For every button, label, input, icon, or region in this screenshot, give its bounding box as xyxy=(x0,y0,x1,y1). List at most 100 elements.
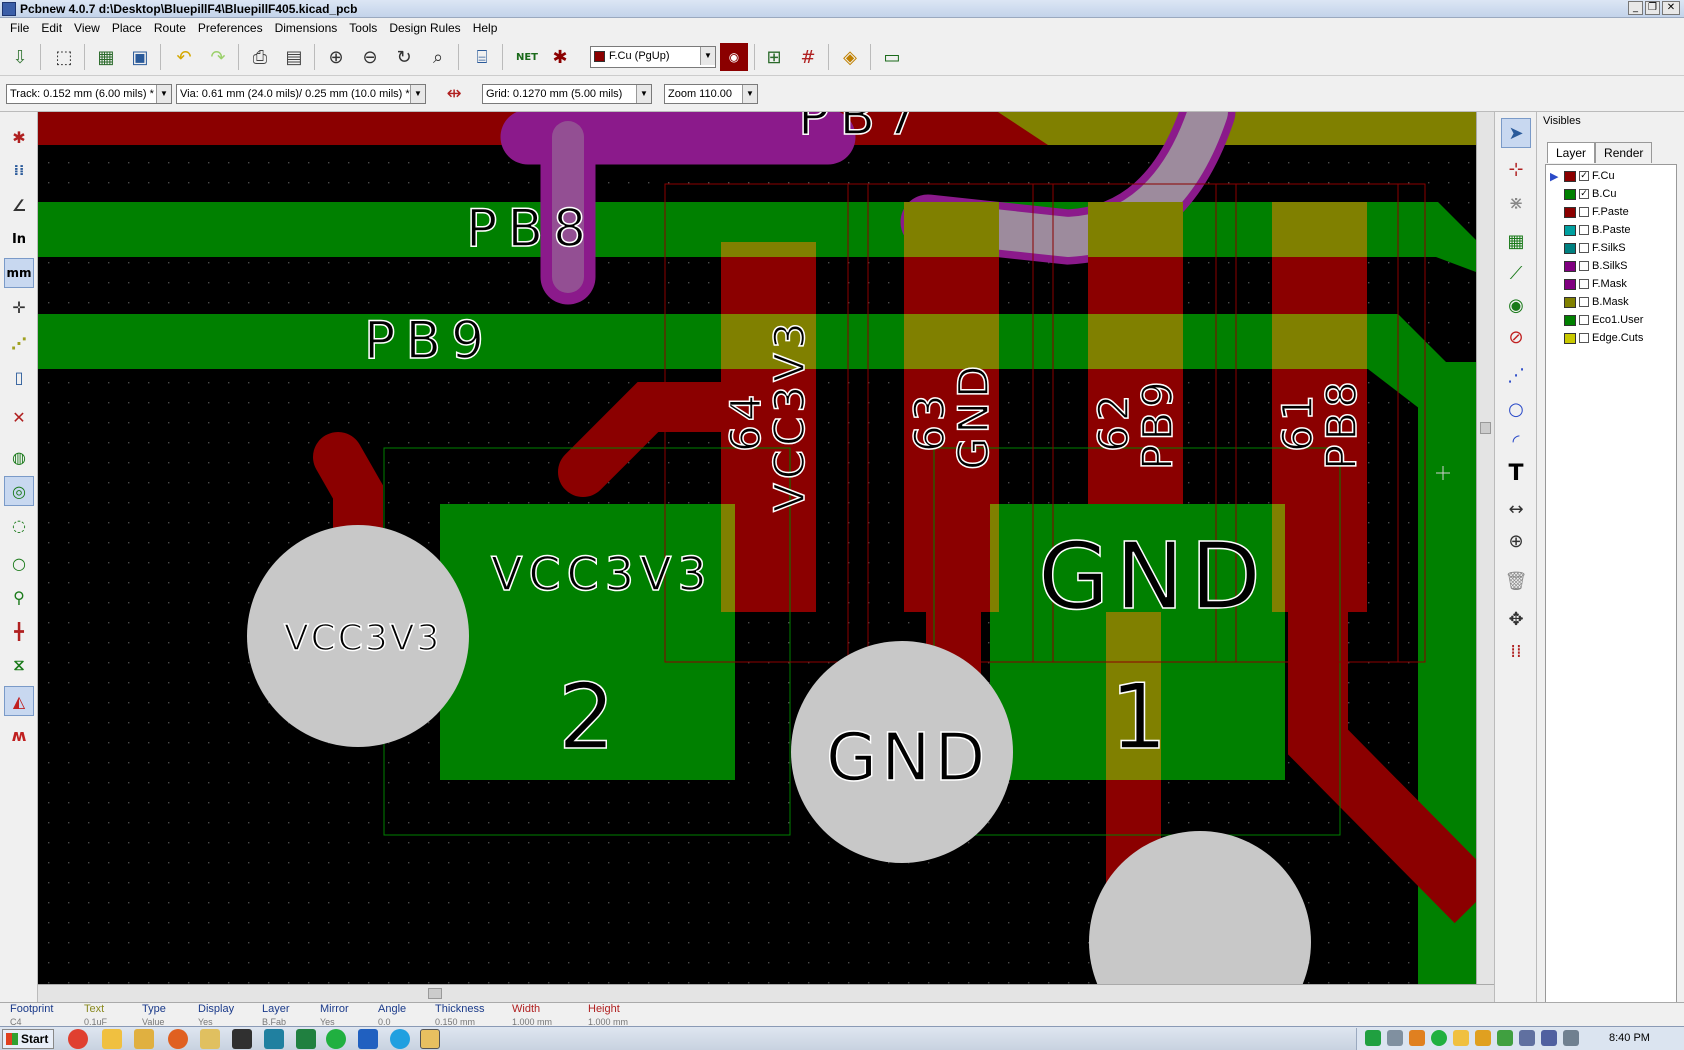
clock[interactable]: 8:40 PM xyxy=(1609,1032,1650,1044)
mm-units-icon[interactable]: mm xyxy=(4,258,34,288)
tray-flag-icon[interactable] xyxy=(1519,1030,1535,1046)
menu-design-rules[interactable]: Design Rules xyxy=(383,21,466,35)
pad-sketch-icon[interactable]: ○ xyxy=(4,548,34,578)
track-sketch-icon[interactable]: ╋ xyxy=(4,616,34,646)
layer-row-bcu[interactable]: ✓ B.Cu xyxy=(1546,185,1676,203)
layer-row-eco1[interactable]: Eco1.User xyxy=(1546,311,1676,329)
layer-row-bmask[interactable]: B.Mask xyxy=(1546,293,1676,311)
layer-swatch[interactable] xyxy=(1564,278,1576,290)
pcb-canvas[interactable]: PB7 PB8 PB9 VCC3V3 2 GND 1 VCC3V3 GND 64… xyxy=(38,112,1476,984)
pcb-drawing[interactable]: PB7 PB8 PB9 VCC3V3 2 GND 1 VCC3V3 GND 64… xyxy=(38,112,1476,984)
polar-coords-icon[interactable]: ∠ xyxy=(4,190,34,220)
tray-icon-1[interactable] xyxy=(1365,1030,1381,1046)
layer-row-bpaste[interactable]: B.Paste xyxy=(1546,221,1676,239)
layer-row-fpaste[interactable]: F.Paste xyxy=(1546,203,1676,221)
menu-edit[interactable]: Edit xyxy=(35,21,68,35)
tray-icon-5[interactable] xyxy=(1453,1030,1469,1046)
add-text-icon[interactable]: T xyxy=(1501,458,1531,488)
layer-swatch[interactable] xyxy=(1564,314,1576,326)
zone-outline-icon[interactable]: ◎ xyxy=(4,476,34,506)
grid-toggle-icon[interactable]: ⁞⁞ xyxy=(4,156,34,186)
menu-view[interactable]: View xyxy=(68,21,106,35)
folder-icon[interactable] xyxy=(134,1029,154,1049)
scripting-console-icon[interactable]: ▭ xyxy=(878,43,906,71)
layer-checkbox[interactable] xyxy=(1579,225,1589,235)
layer-row-bsilks[interactable]: B.SilkS xyxy=(1546,257,1676,275)
zoom-in-icon[interactable]: ⊕ xyxy=(322,43,350,71)
layer-row-fsilks[interactable]: F.SilkS xyxy=(1546,239,1676,257)
redraw-icon[interactable]: ↻ xyxy=(390,43,418,71)
menu-help[interactable]: Help xyxy=(467,21,504,35)
layer-swatch[interactable] xyxy=(1564,242,1576,254)
zoom-fit-icon[interactable]: ⌕ xyxy=(424,43,452,71)
microwave-toolbar-icon[interactable]: ʍ xyxy=(4,720,34,750)
layer-swatch[interactable] xyxy=(1564,260,1576,272)
menu-file[interactable]: File xyxy=(4,21,35,35)
menu-route[interactable]: Route xyxy=(148,21,192,35)
add-dimension-icon[interactable]: ↔ xyxy=(1501,494,1531,524)
layer-checkbox[interactable] xyxy=(1579,333,1589,343)
firefox-icon[interactable] xyxy=(168,1029,188,1049)
tray-icon-7[interactable] xyxy=(1497,1030,1513,1046)
vertical-scroll-thumb[interactable] xyxy=(1480,422,1491,434)
add-circle-icon[interactable]: ○ xyxy=(1501,394,1531,424)
layer-swatch[interactable] xyxy=(1564,188,1576,200)
freeroute-icon[interactable]: ◈ xyxy=(836,43,864,71)
vertical-scrollbar[interactable] xyxy=(1476,112,1494,984)
layer-swatch[interactable] xyxy=(1564,332,1576,344)
tray-icon-3[interactable] xyxy=(1409,1030,1425,1046)
tray-icon-6[interactable] xyxy=(1475,1030,1491,1046)
via-size-select[interactable]: Via: 0.61 mm (24.0 mils)/ 0.25 mm (10.0 … xyxy=(176,84,426,104)
module-ratsnest-icon[interactable]: ▯ xyxy=(4,362,34,392)
menu-dimensions[interactable]: Dimensions xyxy=(269,21,344,35)
tray-volume-icon[interactable] xyxy=(1563,1030,1579,1046)
spotify-icon[interactable] xyxy=(326,1029,346,1049)
minimize-button[interactable]: _ xyxy=(1628,1,1643,15)
horizontal-scroll-thumb[interactable] xyxy=(428,988,442,999)
drc-off-icon[interactable]: ✱ xyxy=(4,122,34,152)
layer-checkbox[interactable] xyxy=(1579,261,1589,271)
excel-icon[interactable] xyxy=(296,1029,316,1049)
add-target-icon[interactable]: ⊕ xyxy=(1501,526,1531,556)
add-keepout-icon[interactable]: ⊘ xyxy=(1501,322,1531,352)
layer-checkbox[interactable] xyxy=(1579,243,1589,253)
highlight-net-icon[interactable]: ⊹ xyxy=(1501,154,1531,184)
redo-icon[interactable]: ↷ xyxy=(204,43,232,71)
auto-delete-tracks-icon[interactable]: ✕ xyxy=(4,402,34,432)
tray-spotify-icon[interactable] xyxy=(1431,1030,1447,1046)
layer-row-fmask[interactable]: F.Mask xyxy=(1546,275,1676,293)
arduino-icon[interactable] xyxy=(264,1029,284,1049)
print-icon[interactable]: ⎙ xyxy=(246,43,274,71)
grid-origin-icon[interactable]: ⁞⁞ xyxy=(1501,636,1531,666)
ratsnest-icon[interactable]: ⋰ xyxy=(4,328,34,358)
layer-swatch[interactable] xyxy=(1564,170,1576,182)
zone-fill-show-icon[interactable]: ◍ xyxy=(4,442,34,472)
app-icon-dark[interactable] xyxy=(232,1029,252,1049)
drc-bug-icon[interactable]: ✱ xyxy=(546,43,574,71)
layer-select[interactable]: F.Cu (PgUp) ▼ xyxy=(590,46,716,68)
inch-units-icon[interactable]: In xyxy=(4,224,34,254)
footprint-mode-icon[interactable]: ⊞ xyxy=(760,43,788,71)
layer-swatch[interactable] xyxy=(1564,206,1576,218)
tray-network-icon[interactable] xyxy=(1541,1030,1557,1046)
restore-button[interactable]: ❐ xyxy=(1645,1,1660,15)
menu-preferences[interactable]: Preferences xyxy=(192,21,269,35)
horizontal-scrollbar[interactable] xyxy=(38,984,1494,1002)
save-icon[interactable]: ⇩ xyxy=(6,43,34,71)
add-footprint-icon[interactable]: ▦ xyxy=(1501,226,1531,256)
add-via-icon[interactable]: ◉ xyxy=(1501,290,1531,320)
menu-place[interactable]: Place xyxy=(106,21,148,35)
notepad-icon[interactable] xyxy=(200,1029,220,1049)
skype-icon[interactable] xyxy=(390,1029,410,1049)
layer-checkbox[interactable] xyxy=(1579,207,1589,217)
layer-swatch[interactable] xyxy=(1564,224,1576,236)
find-icon[interactable]: ⌸ xyxy=(468,43,496,71)
close-button[interactable]: ✕ xyxy=(1662,1,1680,15)
pcbnew-taskbar-icon[interactable] xyxy=(420,1029,440,1049)
zoom-out-icon[interactable]: ⊖ xyxy=(356,43,384,71)
layer-checkbox[interactable] xyxy=(1579,279,1589,289)
layer-row-fcu[interactable]: ▶ ✓ F.Cu xyxy=(1546,167,1676,185)
chrome-icon[interactable] xyxy=(68,1029,88,1049)
explorer-icon[interactable] xyxy=(102,1029,122,1049)
route-track-icon[interactable]: ⟋ xyxy=(1501,258,1531,288)
